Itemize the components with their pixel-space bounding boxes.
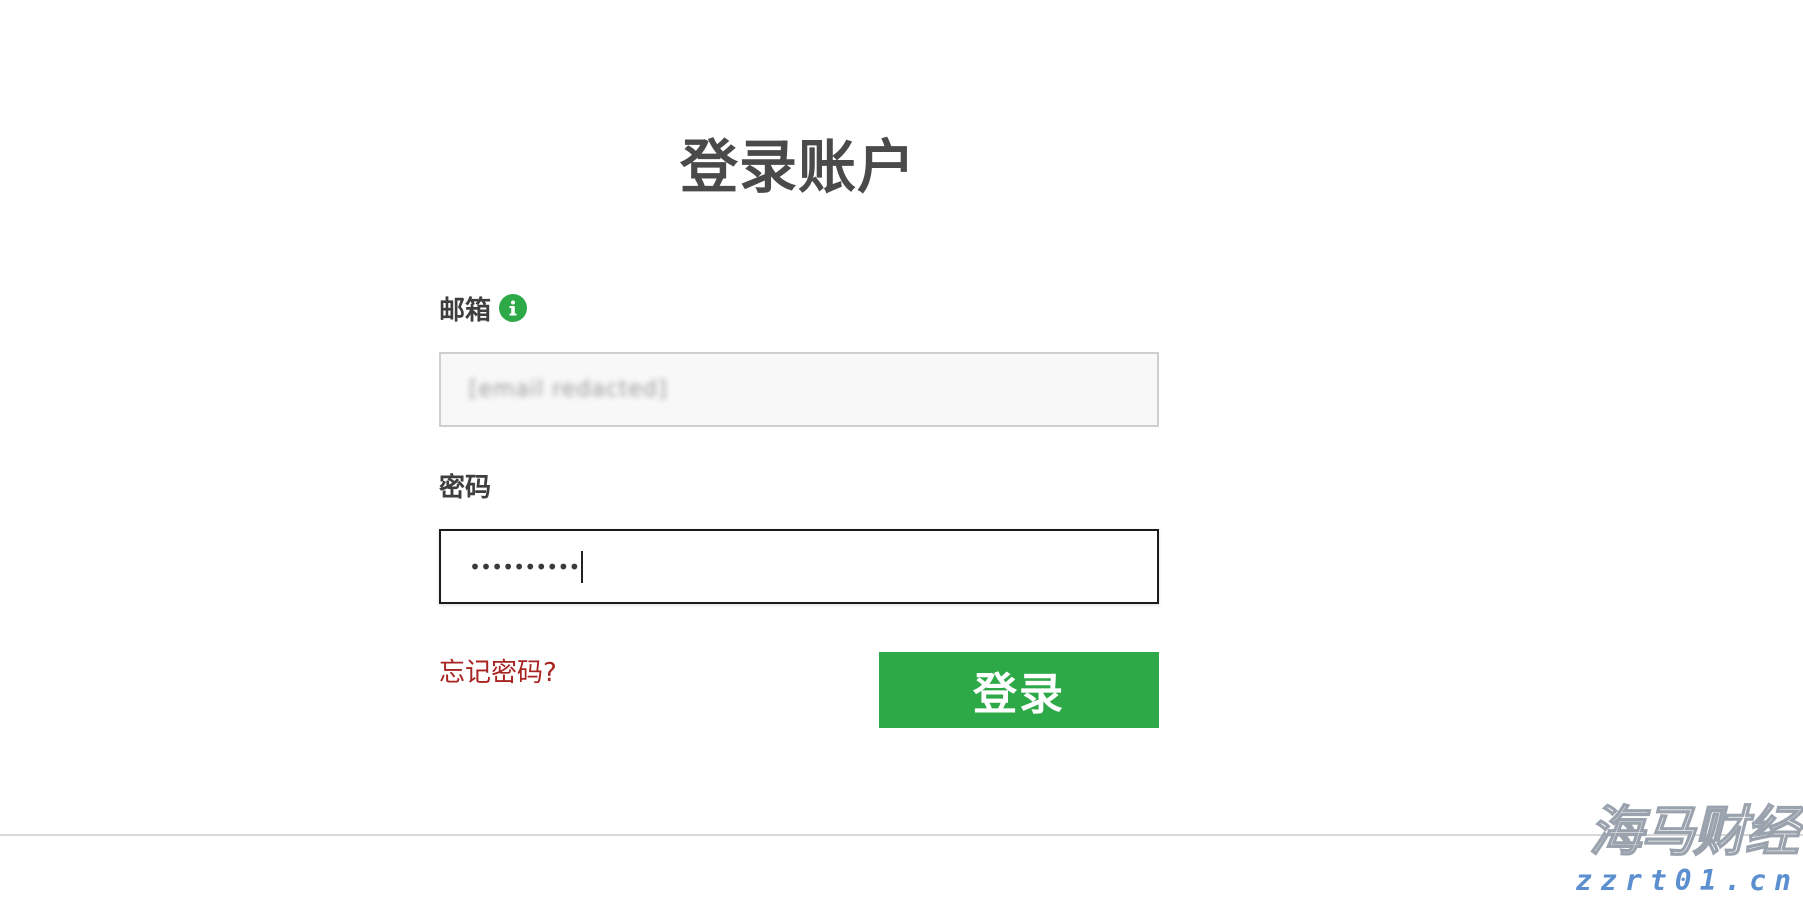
watermark-name: 海马财经 — [1588, 799, 1800, 864]
password-field[interactable]: •••••••••• — [439, 529, 1159, 604]
password-value: •••••••••• — [469, 554, 580, 579]
email-label-row: 邮箱 — [439, 288, 1159, 328]
login-page: 登录账户 邮箱 [email redacted] 密码 •••••••••• 忘… — [0, 0, 1803, 905]
email-field[interactable]: [email redacted] — [439, 352, 1159, 427]
footer-divider — [0, 834, 1803, 836]
password-label: 密码 — [439, 472, 492, 503]
text-caret — [581, 550, 584, 583]
login-form: 邮箱 [email redacted] 密码 •••••••••• 忘记密码? … — [439, 288, 1159, 728]
page-title: 登录账户 — [679, 133, 916, 201]
email-value: [email redacted] — [469, 377, 668, 402]
form-actions: 忘记密码? 登录 — [439, 652, 1159, 728]
password-label-row: 密码 — [439, 465, 1159, 505]
login-button[interactable]: 登录 — [879, 652, 1159, 728]
watermark-url: zzrt01.cn — [1575, 864, 1799, 897]
forgot-password-link[interactable]: 忘记密码? — [439, 652, 557, 689]
email-label: 邮箱 — [439, 295, 492, 326]
info-icon[interactable] — [499, 294, 528, 322]
watermark: 海马财经 zzrt01.cn — [1553, 799, 1803, 905]
